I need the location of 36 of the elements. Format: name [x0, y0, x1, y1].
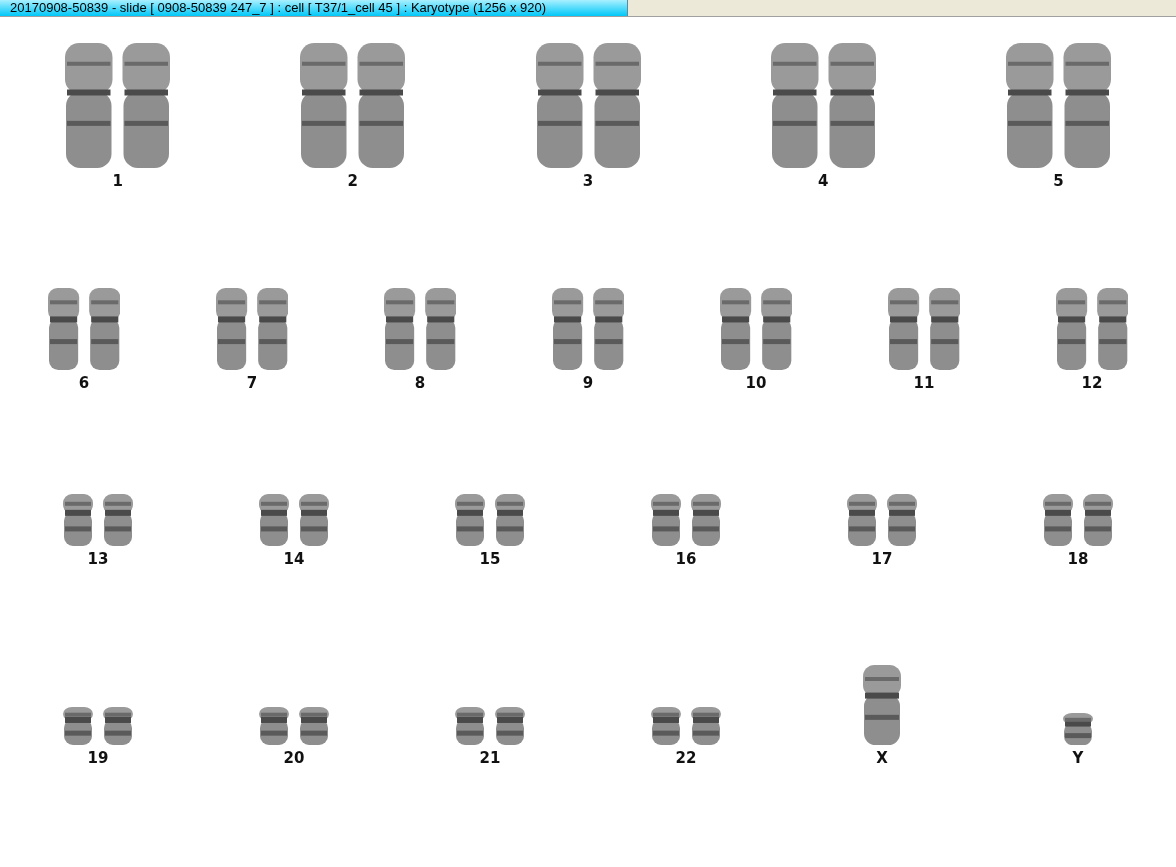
- chromosome-label: 5: [1053, 172, 1064, 190]
- chromosome-label: Y: [1072, 749, 1084, 767]
- chromosome-pair-drawing: [455, 707, 525, 745]
- chromosome-pair-drawing: [259, 707, 329, 745]
- window-title: 20170908-50839 - slide [ 0908-50839 247_7 ] : cell [ T37/1_cell 45 ] : Karyotype (1256 x 920): [0, 0, 628, 16]
- chromosome-label: 18: [1067, 550, 1089, 568]
- chromosome-pair-drawing: [455, 494, 525, 546]
- chromosome-label: 14: [283, 550, 305, 568]
- chromosome-label: 12: [1081, 374, 1103, 392]
- chromosome-label: 3: [582, 172, 594, 190]
- chromosome-pair-drawing: [63, 494, 133, 546]
- chromosome-label: 2: [347, 172, 358, 190]
- chromosome-label: 20: [283, 749, 305, 767]
- chromosome-label: 21: [479, 749, 501, 767]
- chromosome-label: 17: [871, 550, 893, 568]
- chromosome-label: 7: [246, 374, 258, 392]
- chromosome-pair-drawing: [651, 707, 721, 745]
- chromosome-label: 13: [87, 550, 109, 568]
- chromosome-label: 6: [78, 374, 90, 392]
- chromosome-label: 1: [112, 172, 123, 190]
- chromosome-label: 9: [582, 374, 594, 392]
- chromosome-label: 8: [414, 374, 426, 392]
- chromosome-pair-drawing: [259, 494, 329, 546]
- chromosome-pair-drawing: [63, 707, 133, 745]
- chromosome-label: 22: [675, 749, 697, 767]
- chromosome-label: 4: [818, 172, 829, 190]
- chromosome-pair-drawing: [651, 494, 721, 546]
- chromosome-drawing: [1063, 712, 1093, 745]
- chromosome-label: 19: [87, 749, 109, 767]
- chromosome-label: 10: [745, 374, 767, 392]
- chromosome-label: 15: [479, 550, 501, 568]
- chromosome-label: 16: [675, 550, 697, 568]
- chromosome-label: 11: [913, 374, 935, 392]
- chromosome-pair-drawing: [847, 494, 917, 546]
- chromosome-pair-drawing: [1043, 494, 1113, 546]
- chromosome-label: X: [876, 749, 888, 767]
